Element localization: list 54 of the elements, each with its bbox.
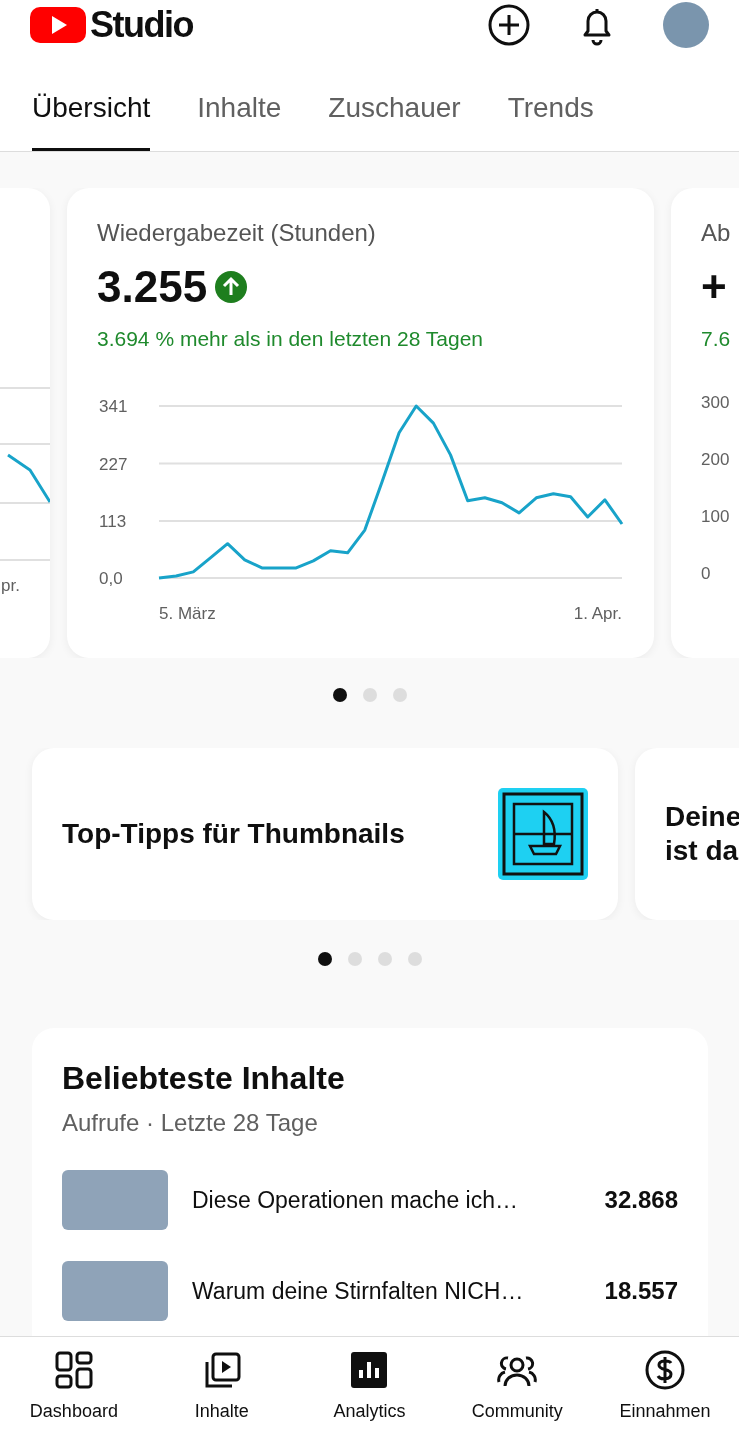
metric-card[interactable]: pr. [0,188,50,658]
arrow-up-icon [215,271,248,303]
photo-placeholder[interactable] [62,1261,168,1321]
section-title: Beliebteste Inhalte [62,1059,346,1098]
photo-placeholder[interactable] [62,1170,168,1230]
change-text: 7.6 [701,326,732,352]
page-dot[interactable] [407,952,422,966]
tip-title: Top-Tipps für Thumbnails [62,817,405,851]
page-dot[interactable] [362,688,377,702]
page-dot[interactable] [392,688,407,702]
metric-card[interactable]: Wiedergabezeit (Stunden) 3.255 3.694 % mehr als in den letzten 28 Tagen 0,0 113 227 341 5. März 1. Apr. [67,188,654,658]
tip-title: ist da [665,834,739,868]
nav-tab[interactable]: Dashboard [0,1337,148,1440]
page-dot[interactable] [317,952,332,966]
create-plus-icon[interactable] [487,3,531,47]
nav-tab[interactable]: Einnahmen [591,1337,739,1440]
play-logo-icon [30,6,86,44]
trend-line [7,453,50,503]
axis-label: 227 [99,454,128,474]
tip-card[interactable]: Top-Tipps für Thumbnails [32,748,618,920]
logo-text: Studio [90,5,193,45]
sailboat-picture-icon [498,788,588,880]
metric-card[interactable]: Ab + 7.6 300 200 100 0 [671,188,739,658]
axis-label: 0 [701,564,711,584]
video-title[interactable]: Diese Operationen mache ich… [192,1182,593,1218]
section-subtitle: Aufrufe · Letzte 28 Tage [62,1108,319,1138]
video-title[interactable]: Warum deine Stirnfalten NICH… [192,1273,593,1309]
axis-label: 300 [701,393,730,413]
page-dot[interactable] [347,952,362,966]
axis-label: pr. [1,574,20,597]
nav-tab[interactable]: Inhalte [148,1337,296,1440]
axis-label: 1. Apr. [573,604,622,623]
tab[interactable]: Übersicht [32,50,151,151]
metric-title: Wiedergabezeit (Stunden) [97,218,377,248]
nav-tab[interactable]: Analytics [296,1337,443,1440]
page-dot[interactable] [332,688,347,702]
axis-label: 5. März [159,604,216,623]
metric-title: Ab [701,218,732,248]
axis-label: 0,0 [99,569,123,588]
change-text: 3.694 % mehr als in den letzten 28 Tagen [97,326,485,352]
nav-tab[interactable]: Community [443,1337,591,1440]
axis-label: 100 [701,507,730,527]
axis-label: 341 [99,397,128,416]
page-dot[interactable] [377,952,392,966]
tab[interactable]: Zuschauer [328,50,461,151]
tab[interactable]: Trends [507,50,594,151]
metric-value: + [701,261,728,313]
tab[interactable]: Inhalte [197,50,282,151]
avatar[interactable] [663,2,709,48]
axis-label: 113 [99,512,127,531]
view-count: 18.557 [604,1276,678,1306]
metric-value: 3.255 [97,261,208,313]
view-count: 32.868 [604,1185,678,1215]
axis-label: 200 [701,450,730,470]
